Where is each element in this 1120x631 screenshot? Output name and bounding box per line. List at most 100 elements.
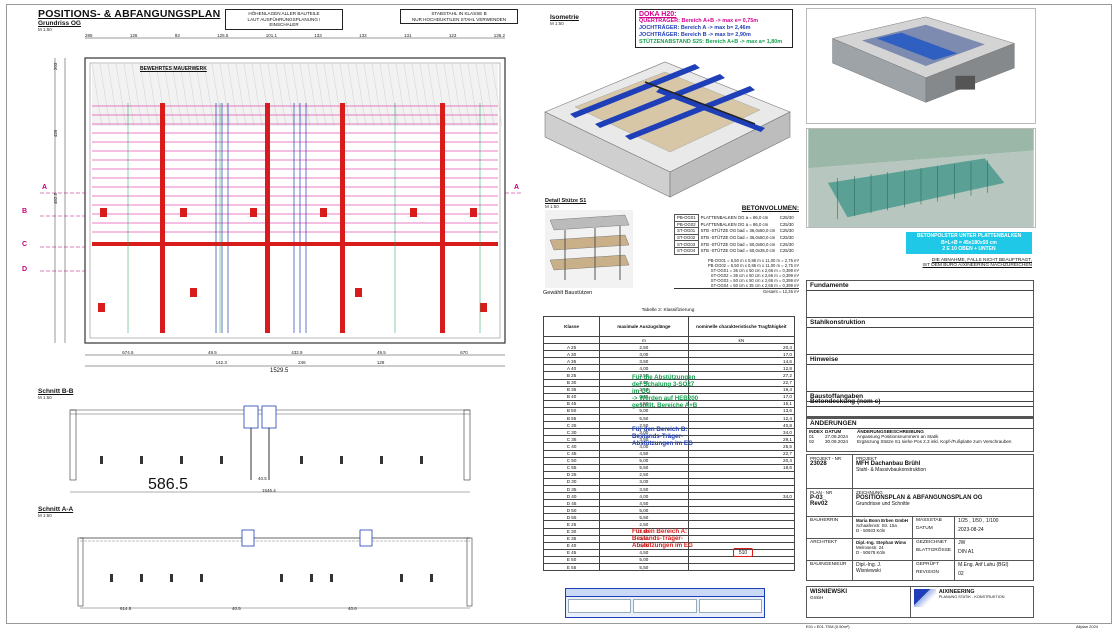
- section-column: [180, 456, 183, 464]
- footer-left: E01 • E01.TSM (0.50m²): [806, 624, 850, 629]
- klassen-cell: E 35: [542, 534, 601, 543]
- klassen-cell: E 45: [542, 548, 601, 557]
- beton-cell: C25/30: [779, 221, 794, 227]
- beton-cell: C25/30: [779, 235, 794, 241]
- klassen-cell: 12,4: [687, 414, 796, 423]
- comment-red: Für den Bereich A: Bestands-Träger- Abst…: [632, 528, 712, 549]
- section-column: [200, 574, 203, 582]
- comment-blue: Für den Bereich B: Bestands-Träger- Abst…: [632, 426, 712, 447]
- klassen-cell: B 40: [542, 392, 601, 401]
- klassen-row: D 35 3,50: [542, 484, 796, 494]
- klassen-row: B 55 5,50 12,4: [542, 414, 796, 423]
- note-heights-line: EINSCHALER: [269, 22, 299, 28]
- beton-row: ST-OG01 STB -STÜTZE OG bad = 36,0x50,0 cm…: [674, 227, 796, 235]
- klassen-row: D 55 5,50: [542, 513, 796, 522]
- klassen-cell: 34,0: [687, 492, 796, 501]
- klassen-cell: [687, 477, 796, 486]
- isometry-scale: M 1:50: [550, 21, 564, 26]
- beam-red: [340, 103, 345, 333]
- revision: 02: [958, 571, 964, 577]
- klassen-header: Klasse: [542, 316, 601, 337]
- section-aa-drawing: [77, 529, 473, 609]
- klassen-cell: 4,50: [599, 548, 689, 557]
- klassen-cell: A 35: [542, 357, 601, 366]
- klassen-cell: 20,4: [687, 456, 796, 465]
- beton-cell: STB -STÜTZE OG bad = 50,0x50,0 cm: [700, 241, 776, 247]
- section-hinweise: Hinweise: [807, 354, 1033, 365]
- stahlkonstruktion-text: [807, 328, 1033, 354]
- comment-line: gestellt. Bereiche A+B: [632, 402, 698, 409]
- aend-index: 02: [809, 439, 815, 444]
- klassen-cell: D 25: [542, 470, 601, 479]
- datum-label: DATUM: [916, 526, 933, 531]
- klassen-cell: [687, 555, 796, 565]
- klassen-cell: 17,0: [687, 350, 796, 359]
- klassen-row: D 25 2,50: [542, 470, 796, 479]
- klassen-cell: 12,8: [687, 364, 796, 373]
- klassen-cell: D 50: [542, 506, 601, 515]
- acceptance-note: DIE ABNAHME, FALLS NICHT BEAUFTRAGT, IST…: [902, 258, 1032, 268]
- dim-label: 142.3: [215, 360, 227, 365]
- dim-label: 133: [314, 33, 322, 38]
- aend-row: 02 30.08.2024 Ergänzung Stütze S1 siehe …: [807, 439, 1033, 444]
- klassen-cell: C 50: [542, 456, 601, 465]
- section-column: [400, 574, 403, 582]
- beton-row: ST-OG04 STB -STÜTZE OG bad = 60,0x35,0 cm…: [674, 246, 796, 255]
- klassen-cell: 2,50: [599, 470, 689, 479]
- klassen-cell: 3,50: [599, 484, 689, 494]
- comment-line: Für den Bereich B:: [632, 426, 688, 433]
- betonvolumen-table: PB-OG01 PLATTENBALKEN OG a = 86,0 cm C25/3…: [674, 214, 796, 255]
- dim-label: 482.5: [53, 192, 59, 205]
- isometry-label: Isometrie: [550, 14, 579, 21]
- note-steel: STABSTAHL IN KLASSE B NUR HOCHDUKTILEN S…: [400, 9, 518, 25]
- dim-label: 670: [460, 350, 468, 355]
- comment-line: Für die Abstützungen: [632, 374, 696, 381]
- klassen-cell: 20,4: [687, 343, 796, 352]
- klassen-cell: E 25: [542, 520, 601, 529]
- left-dimensions: 203 426 482.5: [50, 62, 61, 205]
- architekt-line: D - 50678 Köln: [856, 550, 886, 555]
- axis-letter-d: D: [22, 266, 28, 273]
- klassen-cell: C 30: [542, 428, 601, 437]
- section-column: [170, 574, 173, 582]
- projekt-nr: 23028: [810, 461, 827, 467]
- column-red: [320, 208, 327, 217]
- floor-plan-drawing: [40, 37, 522, 367]
- title-block: PROJEKT - NR 23028 PROJEKT MFH Dachanbau…: [806, 454, 1034, 581]
- klassen-cell: A 25: [542, 343, 601, 352]
- column-red: [98, 303, 105, 312]
- zeichnung-sub: Grundrisse und Schnitte: [856, 501, 910, 507]
- klassen-row: C 45 4,50 22,7: [542, 449, 796, 458]
- fundamente-text: [807, 291, 1033, 317]
- dim-label: 133: [359, 33, 367, 38]
- dim-label: 131: [404, 33, 412, 38]
- section-column: [340, 456, 343, 464]
- dim-label: 246: [298, 360, 306, 365]
- isometry-header: Isometrie M 1:50: [550, 14, 579, 26]
- section-bb-drawing: [69, 405, 471, 493]
- klassen-cell: 3,50: [599, 357, 689, 366]
- betonvolumen-title: BETONVOLUMEN:: [741, 205, 799, 212]
- detail-caption: Gewählt Baustützen: [543, 290, 593, 296]
- section-column: [110, 574, 113, 582]
- comment-green: Für die Abstützungen der Schalung 3-SO27…: [632, 374, 712, 409]
- gezeichnet-label: GEZEICHNET: [916, 540, 947, 545]
- klassen-header: maximale Auszugslänge: [599, 316, 689, 337]
- section-aa-dim: 40.6: [348, 606, 357, 611]
- hinweise-text: [807, 365, 1033, 391]
- bottom-dimensions-2: 142.3 246 128: [180, 360, 420, 365]
- klassen-cell: [687, 484, 796, 494]
- architekt-label: ARCHITEKT: [806, 538, 853, 561]
- footer-right: Allplan 2024: [1076, 624, 1099, 629]
- dim-label: 432.9: [291, 350, 303, 355]
- section-column: [140, 456, 143, 464]
- beton-cell: PLATTENBALKEN OG a = 86,0 cm: [700, 215, 769, 221]
- klassen-row: C 50 5,00 20,4: [542, 456, 796, 465]
- klassen-cell: E 30: [542, 527, 601, 536]
- klassen-cell: 3,00: [599, 477, 689, 486]
- axis-letter-a: A: [42, 184, 48, 191]
- klassen-cell: D 30: [542, 477, 601, 486]
- klassen-cell: B 25: [542, 371, 601, 380]
- beam-red-horizontal: [92, 242, 498, 246]
- dim-label: 93: [174, 33, 180, 38]
